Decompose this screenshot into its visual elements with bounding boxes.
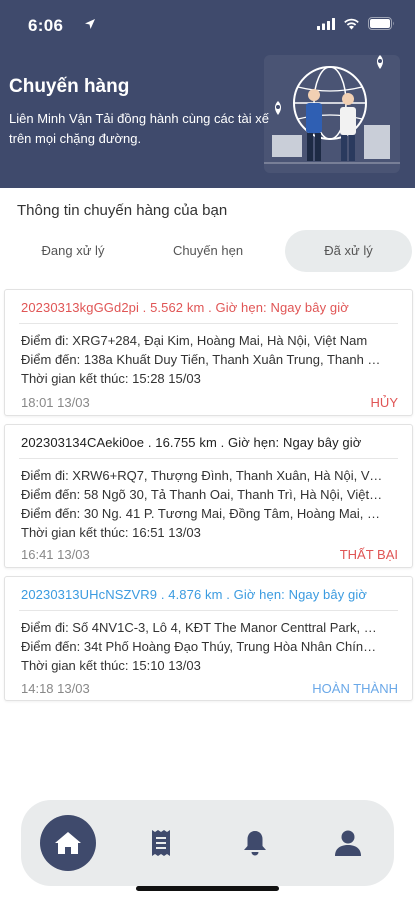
bottom-nav [21,800,394,886]
shipment-header: 20230313kgGGd2pi . 5.562 km . Giờ hẹn: N… [21,300,349,315]
location-arrow-icon [85,19,95,29]
shipment-status: HỦY [370,395,398,410]
shipment-header: 20230313UHcNSZVR9 . 4.876 km . Giờ hẹn: … [21,587,367,602]
tab-appointments[interactable]: Chuyến hẹn [144,230,272,272]
nav-notifications[interactable] [208,800,301,886]
battery-icon [368,17,394,30]
shipment-destination: Điểm đến: 58 Ngõ 30, Tả Thanh Oai, Thanh… [21,487,383,502]
card-divider [19,610,398,611]
status-time: 6:06 [28,16,64,35]
home-icon [54,832,81,854]
shipment-status: HOÀN THÀNH [312,681,398,696]
page-title: Chuyến hàng [9,76,130,97]
shipment-header: 202303134CAeki0oe . 16.755 km . Giờ hẹn:… [21,435,362,450]
shipment-card[interactable]: 20230313kgGGd2pi . 5.562 km . Giờ hẹn: N… [4,289,413,416]
shipment-created-time: 18:01 13/03 [21,395,90,410]
shipment-end-time: Thời gian kết thúc: 16:51 13/03 [21,525,201,540]
receipt-icon [151,830,170,856]
nav-home[interactable] [21,800,114,886]
signal-icon [317,17,335,30]
shipment-card[interactable]: 20230313UHcNSZVR9 . 4.876 km . Giờ hẹn: … [4,576,413,701]
shipment-origin: Điểm đi: Số 4NV1C-3, Lô 4, KĐT The Manor… [21,620,383,635]
shipment-card[interactable]: 202303134CAeki0oe . 16.755 km . Giờ hẹn:… [4,424,413,568]
card-divider [19,458,398,459]
nav-home-active-indicator [39,815,96,871]
logistics-illustration [264,55,400,173]
shipment-origin: Điểm đi: XRG7+284, Đại Kim, Hoàng Mai, H… [21,333,368,348]
tab-processed[interactable]: Đã xử lý [285,230,412,272]
shipment-end-time: Thời gian kết thúc: 15:10 13/03 [21,658,201,673]
shipment-end-time: Thời gian kết thúc: 15:28 15/03 [21,371,201,386]
status-icons [317,17,395,30]
shipment-status: THẤT BẠI [339,547,398,562]
shipment-created-time: 16:41 13/03 [21,547,90,562]
page-subtitle: Liên Minh Vận Tải đồng hành cùng các tài… [9,111,269,146]
status-bar: 6:06 [0,0,415,50]
wifi-icon [344,18,359,29]
header-banner: 6:06 Chuyến hàng Liên Minh Vận Tải đồng … [0,0,415,188]
tab-processing[interactable]: Đang xử lý [4,230,142,272]
tab-bar: Đang xử lý Chuyến hẹn Đã xử lý [4,230,412,272]
nav-orders[interactable] [114,800,207,886]
shipment-destination: Điểm đến: 138a Khuất Duy Tiến, Thanh Xuâ… [21,352,383,367]
shipment-created-time: 14:18 13/03 [21,681,90,696]
home-indicator [136,886,279,891]
nav-profile[interactable] [301,800,394,886]
user-icon [334,830,361,856]
section-title: Thông tin chuyến hàng của bạn [17,202,228,219]
bell-icon [243,831,266,856]
shipment-destination: Điểm đến: 30 Ng. 41 P. Tương Mai, Đồng T… [21,506,383,521]
card-divider [19,323,398,324]
shipment-destination: Điểm đến: 34t Phố Hoàng Đạo Thúy, Trung … [21,639,383,654]
shipment-origin: Điểm đi: XRW6+RQ7, Thượng Đình, Thanh Xu… [21,468,383,483]
